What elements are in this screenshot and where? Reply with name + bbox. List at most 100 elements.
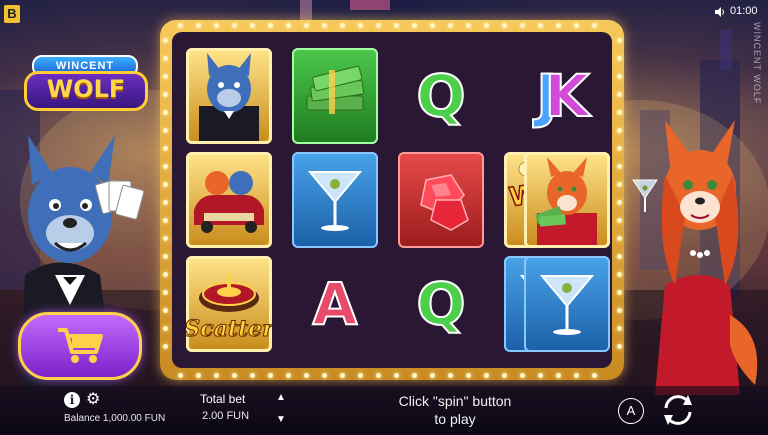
marquee-bulb [249, 372, 255, 378]
triangle-down-icon: ▼ [276, 414, 286, 425]
letter-k: K [544, 61, 591, 131]
top-bar: B 01:00 [0, 0, 768, 23]
marquee-bulb [616, 91, 622, 97]
game-logo: WINCENT WOLF [24, 55, 148, 111]
info-icon[interactable]: i [64, 392, 80, 408]
bet-increase-button[interactable]: ▲ [276, 392, 286, 403]
marquee-bulb [231, 372, 237, 378]
symbol-fox-with-cash [524, 152, 610, 248]
marquee-bulb [162, 343, 168, 349]
marquee-bulb [162, 109, 168, 115]
spin-hint: Click "spin" button to play [380, 392, 530, 428]
marquee-bulb [591, 22, 597, 28]
marquee-bulb [285, 22, 291, 28]
letter-q: Q [415, 269, 466, 339]
marquee-bulb [162, 55, 168, 61]
symbol-letter-q: Q [398, 48, 484, 144]
marquee-bulb [483, 372, 489, 378]
marquee-bulb [303, 22, 309, 28]
gear-icon[interactable]: ⚙ [86, 392, 100, 408]
shopping-cart-icon [58, 328, 103, 363]
marquee-bulb [231, 22, 237, 28]
marquee-bulb [357, 372, 363, 378]
marquee-bulb [447, 22, 453, 28]
total-bet-label: Total bet [200, 392, 246, 406]
marquee-bulb [249, 22, 255, 28]
marquee-bulb [321, 22, 327, 28]
marquee-bulb [465, 372, 471, 378]
marquee-bulb [195, 372, 201, 378]
marquee-bulb [537, 22, 543, 28]
marquee-bulb [616, 289, 622, 295]
marquee-bulb [616, 325, 622, 331]
ruby-gem-icon [420, 174, 469, 231]
marquee-bulb [375, 22, 381, 28]
marquee-bulb [616, 199, 622, 205]
letter-q: Q [415, 61, 466, 131]
wolf-portrait-icon [199, 53, 259, 141]
marquee-bulb [375, 372, 381, 378]
marquee-bulb [162, 325, 168, 331]
marquee-bulb [616, 109, 622, 115]
marquee-bulb [616, 163, 622, 169]
symbol-wolves-in-car [186, 152, 272, 248]
symbol-letter-q-2: Q [398, 256, 484, 352]
symbol-letter-k: K [524, 48, 610, 144]
marquee-bulb [195, 22, 201, 28]
spin-button[interactable] [658, 390, 698, 430]
shop-button[interactable] [18, 312, 142, 380]
letter-a: A [312, 269, 359, 339]
marquee-bulb [162, 163, 168, 169]
marquee-bulb [616, 55, 622, 61]
balance-display: Balance 1,000.00 FUN [64, 413, 166, 424]
marquee-bulb [162, 289, 168, 295]
marquee-bulb [162, 73, 168, 79]
marquee-bulb [616, 73, 622, 79]
marquee-bulb [162, 199, 168, 205]
marquee-bulb [162, 253, 168, 259]
marquee-bulb [393, 22, 399, 28]
marquee-bulb [285, 372, 291, 378]
spin-hint-line2: to play [434, 411, 476, 427]
marquee-bulb [555, 22, 561, 28]
marquee-bulb [213, 22, 219, 28]
autoplay-button[interactable]: A [618, 398, 644, 424]
reel-5: K [524, 48, 610, 352]
marquee-bulb [303, 372, 309, 378]
marquee-bulb [162, 37, 168, 43]
marquee-bulb [162, 307, 168, 313]
marquee-bulb [162, 271, 168, 277]
symbol-scatter: Scatter [186, 256, 272, 352]
marquee-bulb [616, 235, 622, 241]
money-stack-icon [306, 65, 365, 114]
speaker-icon[interactable] [714, 6, 726, 18]
marquee-bulb [591, 372, 597, 378]
marquee-bulb [616, 343, 622, 349]
bet-decrease-button[interactable]: ▼ [276, 414, 286, 425]
marquee-bulb [429, 22, 435, 28]
fox-portrait-icon [535, 157, 597, 245]
marquee-bulb [616, 253, 622, 259]
marquee-bulb [616, 307, 622, 313]
marquee-bulb [555, 372, 561, 378]
marquee-bulb [616, 37, 622, 43]
marquee-bulb [411, 372, 417, 378]
marquee-bulb [616, 181, 622, 187]
marquee-bulb [573, 372, 579, 378]
marquee-bulb [429, 372, 435, 378]
marquee-bulb [267, 22, 273, 28]
clock: 01:00 [730, 5, 758, 17]
marquee-bulb [162, 217, 168, 223]
martini-glass-icon [307, 171, 363, 231]
symbol-ruby [398, 152, 484, 248]
marquee-bulb [519, 22, 525, 28]
vertical-game-title: WINCENT WOLF [752, 22, 762, 105]
symbol-martini-3 [524, 256, 610, 352]
marquee-bulb [162, 145, 168, 151]
red-car-icon [194, 171, 264, 233]
total-bet-value: 2.00 FUN [202, 410, 250, 422]
marquee-bulb [162, 181, 168, 187]
marquee-bulb [501, 372, 507, 378]
marquee-bulb [411, 22, 417, 28]
reel-2: A [292, 48, 378, 352]
